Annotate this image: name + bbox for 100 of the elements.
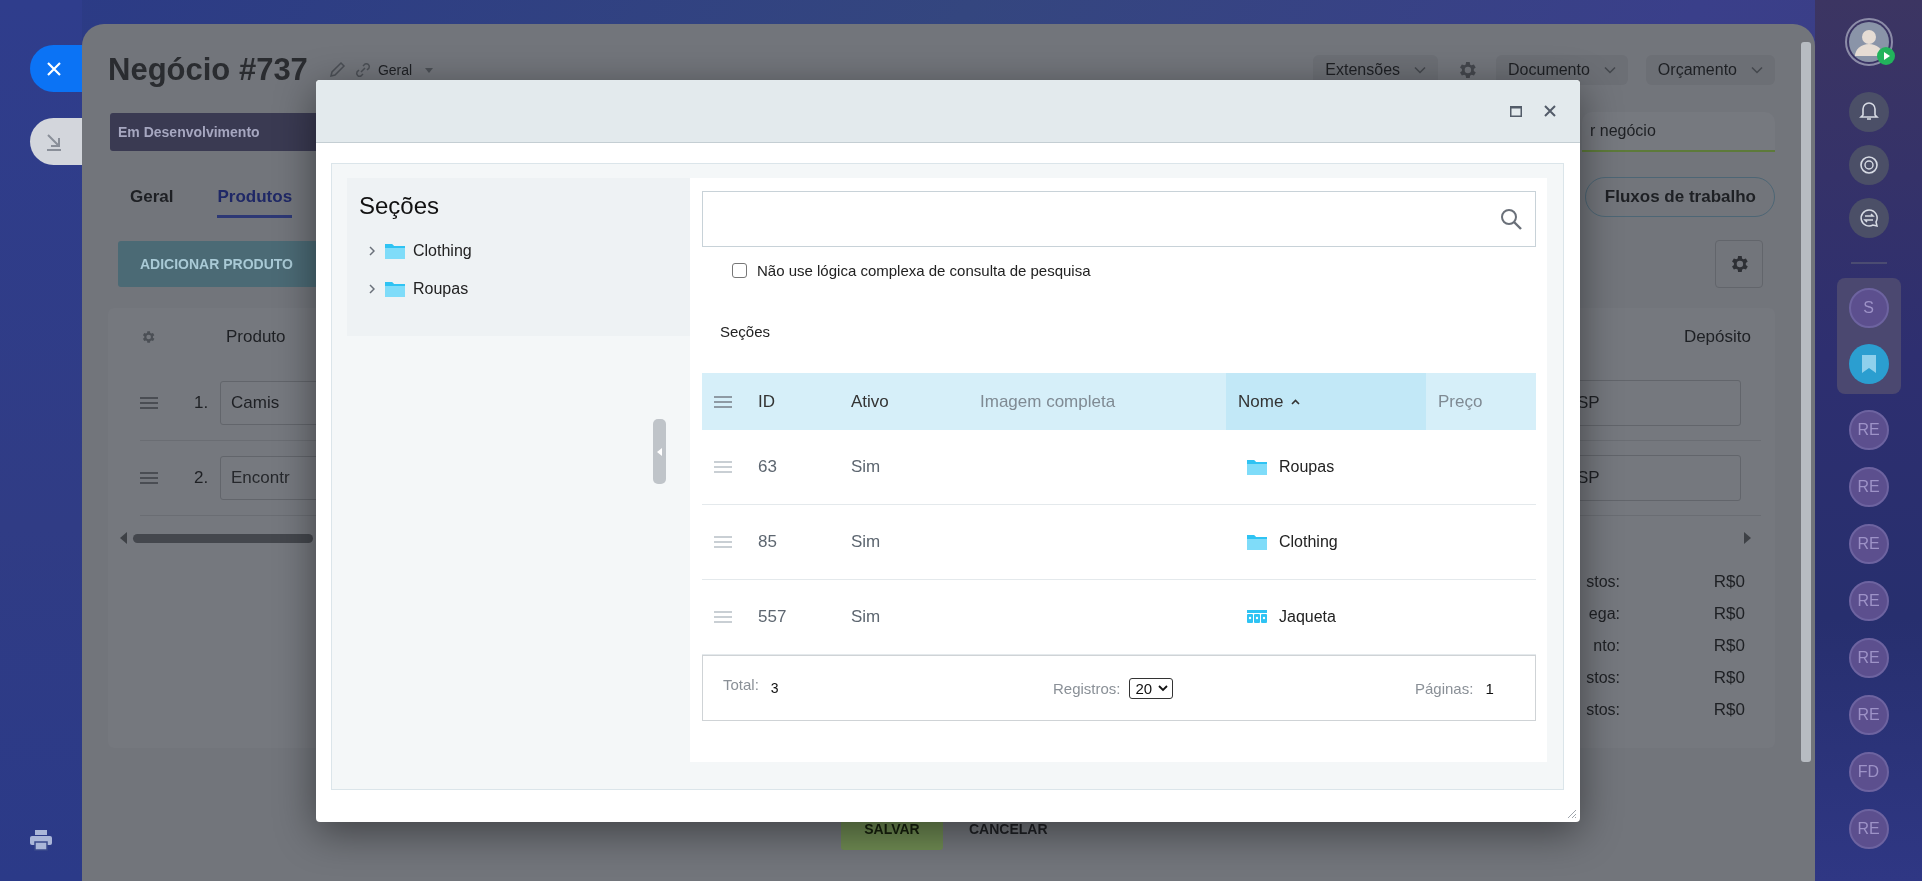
caret-icon xyxy=(425,67,434,73)
table-cell: Roupas xyxy=(1279,458,1335,476)
table-cell-text: 63 xyxy=(757,456,778,478)
contact-avatar[interactable]: RE xyxy=(1848,524,1889,564)
page-size-select[interactable]: 20 xyxy=(1128,677,1174,699)
total-label: nto: xyxy=(1592,637,1620,655)
total-label: Total: xyxy=(723,676,759,693)
link-icon[interactable] xyxy=(353,61,372,79)
column-header[interactable]: Nome xyxy=(1226,373,1426,430)
tree-item[interactable]: Clothing xyxy=(413,242,472,260)
add-product-button[interactable]: ADICIONAR PRODUTO xyxy=(118,241,318,287)
drag-handle-icon[interactable] xyxy=(140,472,158,484)
gear-icon[interactable] xyxy=(140,329,156,345)
deal-title: Negócio #737 xyxy=(108,52,308,88)
total-label: stos: xyxy=(1585,701,1620,719)
scroll-left-icon[interactable] xyxy=(120,532,127,544)
chevron-icon xyxy=(1414,66,1427,74)
contact-avatar[interactable]: FD xyxy=(1848,752,1889,792)
search-icon[interactable] xyxy=(1500,208,1522,230)
table-cell: Jaqueta xyxy=(1279,608,1336,626)
sidebar-button[interactable] xyxy=(1848,145,1889,185)
collapse-arrow-icon xyxy=(46,132,62,151)
chevron-icon xyxy=(1158,684,1169,692)
folder-icon xyxy=(1247,534,1267,550)
scrollbar[interactable] xyxy=(1801,42,1811,762)
minimize-button[interactable] xyxy=(30,118,82,165)
column-header: Produto xyxy=(226,327,286,347)
settings-button[interactable] xyxy=(1715,240,1763,288)
total-label: stos: xyxy=(1585,573,1620,591)
cancel-button[interactable]: CANCELAR xyxy=(963,820,1054,838)
pages-label: Páginas: xyxy=(1415,679,1474,697)
column-header[interactable]: ID xyxy=(746,373,839,430)
collapse-handle[interactable] xyxy=(653,419,666,484)
column-header[interactable]: Imagem completa xyxy=(968,373,1226,430)
total-value: R$0 xyxy=(1712,700,1745,720)
page-size-label: Registros: xyxy=(1053,679,1121,697)
sort-up-icon xyxy=(1291,398,1301,405)
total-value: R$0 xyxy=(1712,668,1745,688)
contact-avatar[interactable]: RE xyxy=(1848,809,1889,849)
contact-avatar[interactable]: RE xyxy=(1848,638,1889,678)
pencil-icon[interactable] xyxy=(327,61,346,79)
table-cell-text: Sim xyxy=(850,531,882,553)
tree-item[interactable]: Roupas xyxy=(413,280,469,298)
checkbox-label: Não use lógica complexa de consulta de pesquisa xyxy=(757,261,1091,279)
column-header[interactable]: Preço xyxy=(1426,373,1536,430)
drag-handle-icon[interactable] xyxy=(714,395,732,408)
contact-avatar[interactable]: RE xyxy=(1848,410,1889,450)
tab[interactable]: Produtos xyxy=(217,176,293,218)
tab[interactable]: Geral xyxy=(130,176,174,218)
row-number: 1. xyxy=(194,393,210,413)
table-cell: Clothing xyxy=(1279,533,1338,551)
tree-title: Seções xyxy=(359,192,441,220)
bookmark-button[interactable] xyxy=(1848,344,1889,384)
menu-dropdown[interactable]: Orçamento xyxy=(1645,55,1775,85)
close-button[interactable] xyxy=(30,45,82,92)
sidebar-button[interactable] xyxy=(1848,198,1889,238)
table-cell-text: Sim xyxy=(850,606,882,628)
table-cell-text: 85 xyxy=(757,531,778,553)
folder-icon xyxy=(1247,459,1267,475)
product-icon xyxy=(1247,610,1267,624)
close-icon xyxy=(46,60,62,77)
total-value: R$0 xyxy=(1712,604,1745,624)
total-value: R$0 xyxy=(1712,572,1745,592)
scroll-right-icon[interactable] xyxy=(1744,532,1751,544)
chevron-icon[interactable] xyxy=(369,246,375,256)
play-badge-icon xyxy=(1877,47,1895,65)
row-number: 2. xyxy=(194,468,210,488)
bookmark-icon xyxy=(1860,354,1877,374)
print-icon[interactable] xyxy=(29,829,53,851)
column-header[interactable]: Ativo xyxy=(839,373,968,430)
close-icon[interactable] xyxy=(1544,105,1556,117)
stage-button[interactable]: r negócio xyxy=(1582,112,1775,152)
total-count: 3 xyxy=(770,680,779,696)
page-count: 1 xyxy=(1485,679,1494,697)
contact-avatar[interactable]: RE xyxy=(1848,695,1889,735)
scrollbar-thumb[interactable] xyxy=(133,533,313,543)
folder-icon xyxy=(385,281,405,297)
table-cell-text: 557 xyxy=(757,606,788,628)
search-field[interactable] xyxy=(702,191,1536,247)
contact-avatar[interactable]: RE xyxy=(1848,581,1889,621)
column-header: Depósito xyxy=(1683,327,1751,347)
chevron-icon[interactable] xyxy=(369,284,375,294)
contact-avatar[interactable]: S xyxy=(1848,288,1889,328)
chevron-icon xyxy=(1603,66,1616,74)
category-dropdown[interactable]: Geral xyxy=(377,62,434,78)
maximize-icon[interactable] xyxy=(1510,105,1522,117)
resize-grip-icon[interactable] xyxy=(1567,809,1577,819)
total-label: stos: xyxy=(1585,669,1620,687)
section-label: Seções xyxy=(719,323,772,342)
sidebar-button[interactable] xyxy=(1848,92,1889,132)
chevron-icon xyxy=(1751,66,1763,74)
folder-icon xyxy=(385,243,405,259)
contact-avatar[interactable]: RE xyxy=(1848,467,1889,507)
arrow-left-icon xyxy=(657,447,662,456)
menu-dropdown[interactable]: Documento xyxy=(1496,55,1628,85)
total-label: ega: xyxy=(1587,605,1620,623)
table-cell-text: Sim xyxy=(850,456,882,478)
checkbox[interactable] xyxy=(732,262,747,278)
drag-handle-icon[interactable] xyxy=(140,397,158,409)
workflows-button[interactable]: Fluxos de trabalho xyxy=(1585,177,1775,217)
